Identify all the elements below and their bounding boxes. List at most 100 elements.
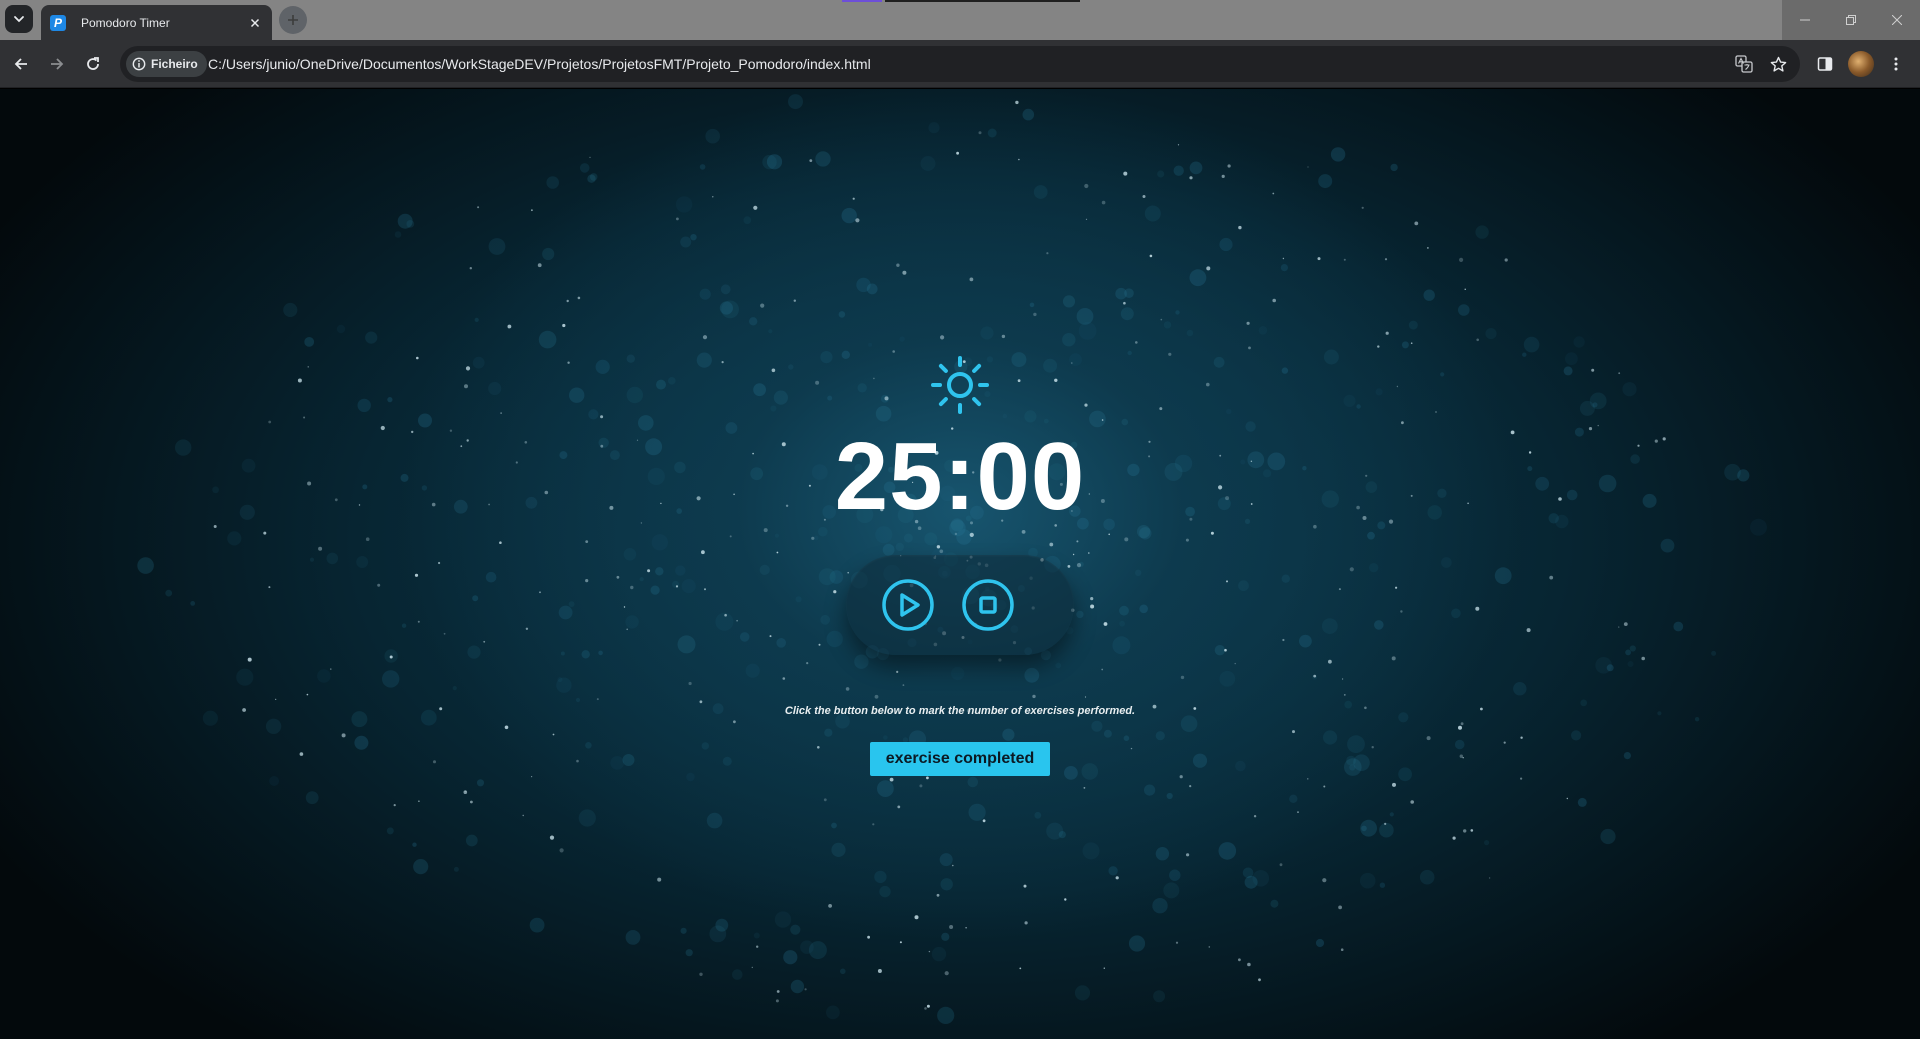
star-particle [1343, 258, 1346, 261]
star-particle [1307, 166, 1309, 168]
tab-close-button[interactable] [246, 14, 264, 32]
star-particle [507, 324, 512, 329]
star-particle [1103, 622, 1108, 626]
bokeh-particle [1302, 466, 1307, 471]
profile-button[interactable] [1845, 48, 1877, 80]
star-particle [936, 893, 940, 897]
bokeh-particle [1323, 349, 1339, 365]
bokeh-particle [1523, 336, 1540, 353]
star-particle [1317, 257, 1321, 261]
bokeh-particle [725, 422, 738, 434]
bokeh-particle [1379, 822, 1394, 838]
exercise-completed-button[interactable]: exercise completed [870, 742, 1050, 776]
site-info-chip[interactable]: Ficheiro [126, 51, 207, 77]
star-particle [469, 267, 472, 270]
star-particle [889, 777, 894, 782]
bokeh-particle [1119, 620, 1125, 627]
star-particle [418, 800, 420, 802]
star-particle [539, 591, 541, 594]
bokeh-particle [357, 398, 371, 413]
star-particle [902, 684, 905, 686]
bokeh-particle [1566, 489, 1578, 501]
star-particle [919, 784, 923, 788]
star-particle [1250, 460, 1253, 462]
star-particle [515, 461, 518, 464]
star-particle [1085, 218, 1088, 220]
forward-button[interactable] [41, 48, 73, 80]
bokeh-particle [967, 776, 979, 788]
star-particle [1340, 948, 1344, 951]
bokeh-particle [1289, 794, 1298, 803]
star-particle [1388, 519, 1394, 524]
sun-icon[interactable] [930, 355, 990, 415]
star-particle [769, 635, 772, 638]
minimize-button[interactable] [1782, 0, 1828, 40]
star-particle [699, 700, 703, 704]
star-particle [899, 941, 902, 944]
bokeh-particle [1673, 621, 1684, 632]
window-close-button[interactable] [1874, 0, 1920, 40]
star-particle [477, 206, 480, 209]
bokeh-particle [1440, 372, 1445, 377]
address-bar[interactable]: Ficheiro C:/Users/junio/OneDrive/Documen… [120, 46, 1800, 82]
new-tab-button[interactable] [279, 6, 307, 34]
play-button[interactable] [882, 579, 934, 631]
tab-pomodoro[interactable]: P Pomodoro Timer [41, 5, 272, 40]
bokeh-particle [1166, 792, 1173, 800]
bokeh-particle [788, 94, 803, 110]
star-particle [926, 776, 929, 780]
bokeh-particle [696, 352, 712, 368]
menu-button[interactable] [1880, 48, 1912, 80]
star-particle [944, 971, 949, 976]
star-particle [1292, 730, 1295, 734]
pomodoro-page: 25:00 Click the button below to mark the… [0, 89, 1920, 1039]
bokeh-particle [1423, 289, 1435, 301]
bokeh-particle [472, 595, 479, 602]
bokeh-particle [1082, 842, 1100, 860]
translate-button[interactable] [1732, 52, 1756, 76]
side-panel-button[interactable] [1809, 48, 1841, 80]
star-particle [776, 551, 779, 554]
star-particle [1071, 362, 1073, 364]
avatar [1848, 51, 1874, 77]
bokeh-particle [928, 122, 940, 134]
bokeh-particle [1157, 170, 1165, 178]
bokeh-particle [1062, 333, 1076, 347]
star-particle [465, 366, 471, 371]
tab-search-button[interactable] [5, 5, 33, 33]
bokeh-particle [1124, 288, 1134, 298]
bokeh-particle [626, 354, 635, 363]
bokeh-particle [1235, 760, 1246, 772]
bokeh-particle [1323, 730, 1338, 745]
star-particle [1015, 100, 1019, 105]
bokeh-particle [401, 623, 407, 628]
bokeh-particle [745, 663, 760, 678]
restore-button[interactable] [1828, 0, 1874, 40]
bokeh-particle [1192, 753, 1208, 768]
star-particle [940, 335, 945, 340]
bokeh-particle [1175, 310, 1180, 315]
strip-accent-dark [885, 0, 1080, 2]
bokeh-particle [903, 533, 913, 543]
bokeh-particle [1180, 715, 1198, 732]
stop-button[interactable] [962, 579, 1014, 631]
bokeh-particle [857, 383, 867, 393]
star-particle [1067, 565, 1071, 568]
url-text[interactable]: C:/Users/junio/OneDrive/Documentos/WorkS… [208, 56, 871, 72]
star-particle [1395, 586, 1398, 589]
reload-button[interactable] [77, 48, 109, 80]
minimize-icon [1800, 19, 1810, 21]
bokeh-particle [650, 585, 660, 595]
bokeh-particle [831, 822, 837, 829]
bokeh-particle [895, 542, 904, 552]
star-particle [1313, 524, 1317, 529]
back-button[interactable] [5, 48, 37, 80]
star-particle [417, 620, 420, 623]
bokeh-particle [685, 949, 693, 957]
star-particle [756, 945, 759, 948]
bokeh-particle [474, 317, 479, 322]
star-particle [1142, 195, 1146, 198]
bookmark-button[interactable] [1766, 52, 1790, 76]
bokeh-particle [651, 534, 668, 551]
bokeh-particle [715, 918, 729, 932]
